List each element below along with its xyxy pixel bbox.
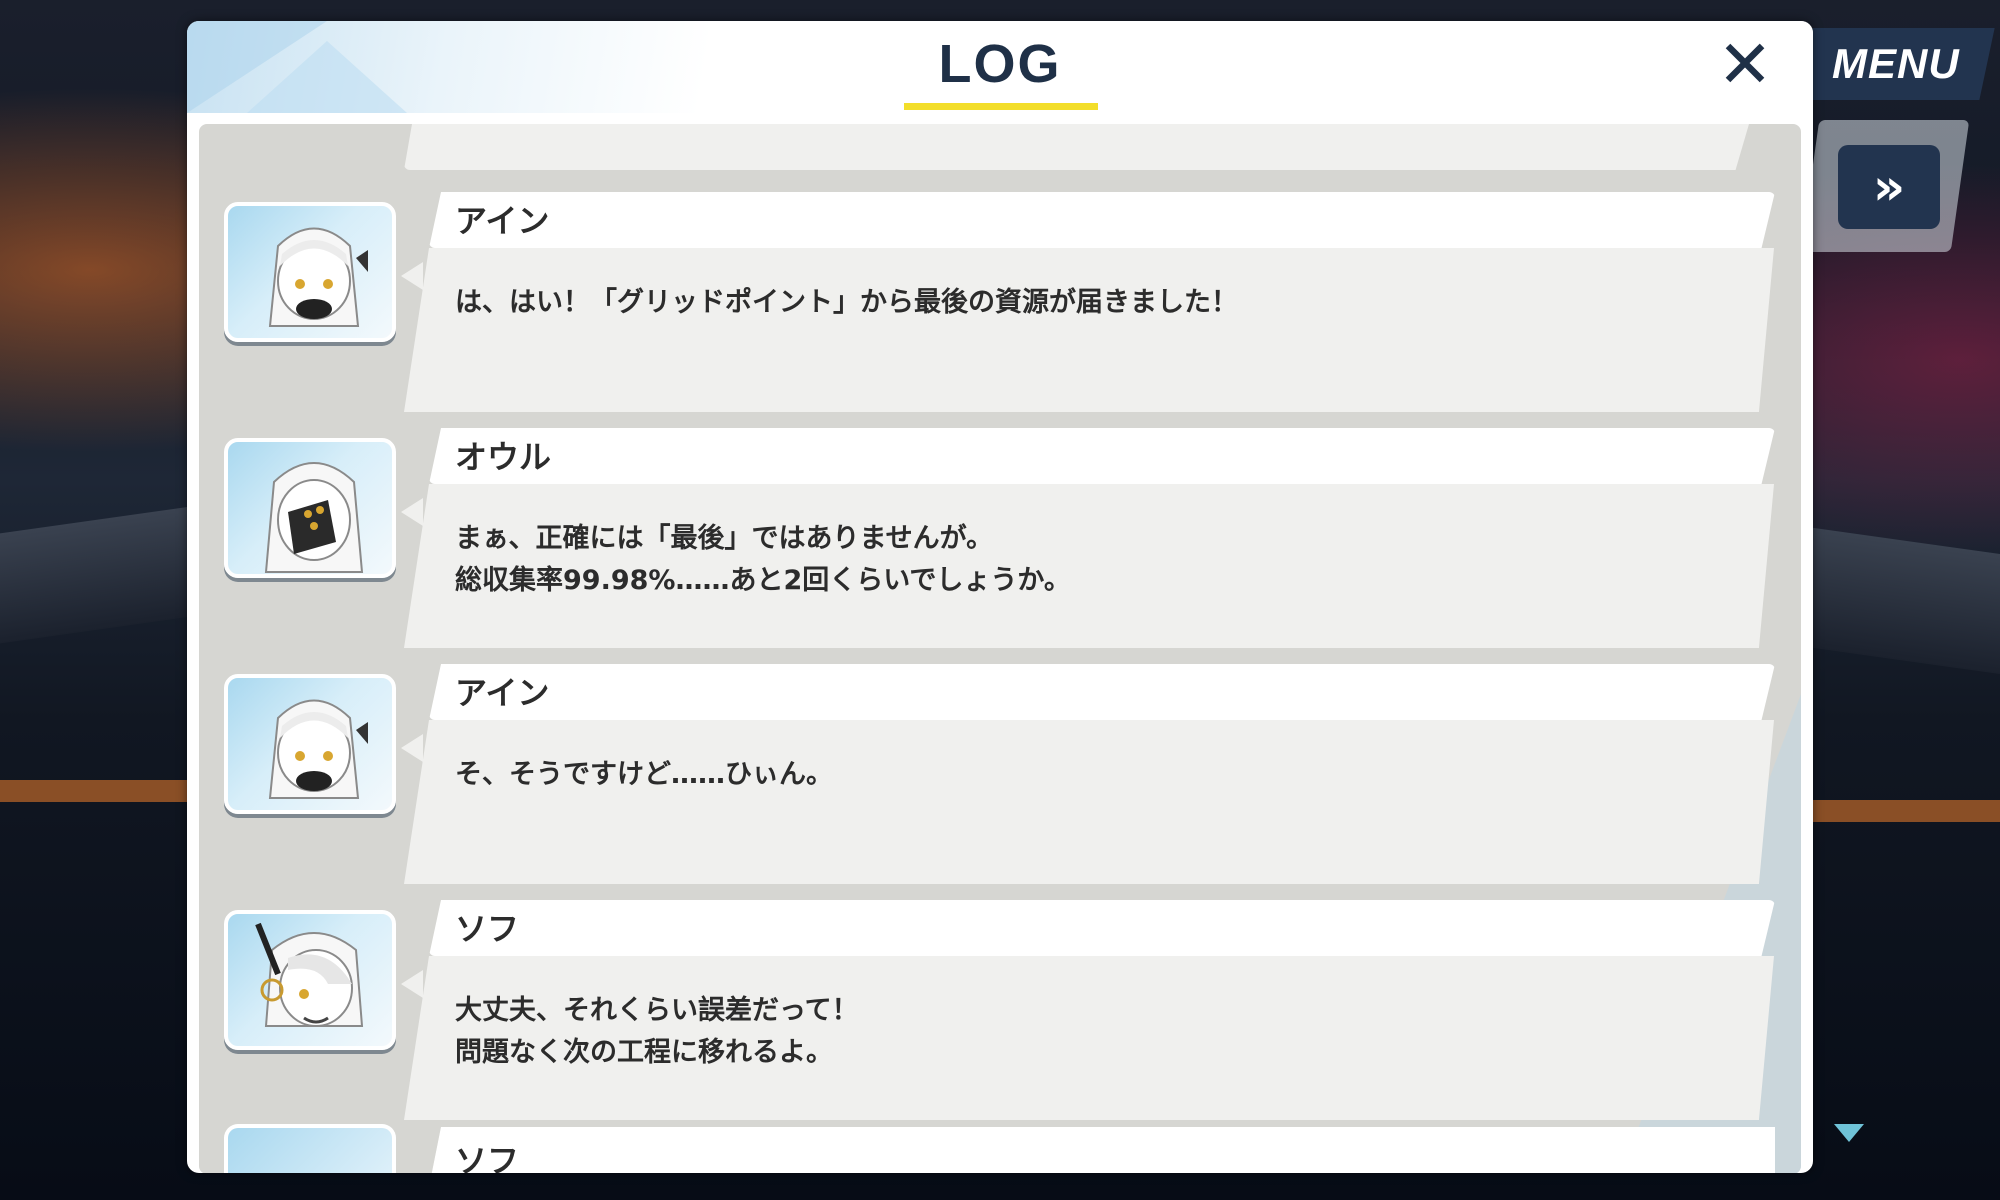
close-icon: ✕: [1717, 26, 1773, 103]
log-entry: アイン そ、そうですけど……ひぃん。: [199, 664, 1801, 884]
dialogue-line: は、はい！「グリッドポイント」から最後の資源が届きました！: [455, 287, 1238, 318]
dialogue-box: [404, 720, 1774, 884]
close-button[interactable]: ✕: [1715, 26, 1775, 103]
speaker-name: アイン: [455, 674, 550, 712]
character-portrait-sof: [224, 910, 396, 1050]
fast-forward-icon: »: [1872, 158, 1906, 216]
dialogue-line: まぁ、正確には「最後」ではありませんが。: [455, 523, 994, 554]
dialogue-line: そ、そうですけど……ひぃん。: [455, 759, 833, 790]
speech-tail: [401, 262, 423, 290]
speech-tail: [401, 498, 423, 526]
character-portrait-ain: [224, 202, 396, 342]
character-portrait-owl: [224, 438, 396, 578]
speech-tail: [401, 970, 423, 998]
dialogue-box: [404, 248, 1774, 412]
speaker-name-bar: [429, 900, 1775, 956]
fast-forward-button[interactable]: »: [1838, 145, 1940, 229]
speaker-name-bar: [429, 192, 1775, 248]
menu-button-label: MENU: [1832, 40, 1960, 87]
dialogue-line: 大丈夫、それくらい誤差だって！: [455, 995, 859, 1026]
speaker-name: オウル: [455, 438, 552, 476]
speaker-name: ソフ: [455, 1142, 520, 1173]
log-dialog: LOG ✕ アイン は、はい！「グリッドポイント」から最後の資源が届きました！ …: [187, 21, 1813, 1173]
scroll-down-icon[interactable]: [1834, 1124, 1864, 1142]
background-light-strip: [0, 780, 190, 802]
log-list[interactable]: アイン は、はい！「グリッドポイント」から最後の資源が届きました！ オウル まぁ: [199, 124, 1801, 1173]
speaker-name: アイン: [455, 202, 550, 240]
speaker-name-bar: [429, 664, 1775, 720]
menu-button[interactable]: MENU: [1797, 28, 1995, 100]
speech-tail: [401, 734, 423, 762]
log-header: LOG ✕: [187, 21, 1813, 113]
speaker-name-bar: [429, 428, 1775, 484]
dialogue-line: 問題なく次の工程に移れるよ。: [455, 1037, 833, 1068]
speaker-name-bar: [429, 1127, 1775, 1173]
character-portrait-partial: [224, 1124, 396, 1173]
dialog-title: LOG: [938, 34, 1062, 94]
log-entry: アイン は、はい！「グリッドポイント」から最後の資源が届きました！: [199, 192, 1801, 412]
speaker-name: ソフ: [455, 910, 520, 948]
log-entry: ソフ 大丈夫、それくらい誤差だって！ 問題なく次の工程に移れるよ。: [199, 900, 1801, 1120]
background-light-strip: [1810, 800, 2000, 822]
title-underline: [904, 103, 1098, 110]
log-entry: オウル まぁ、正確には「最後」ではありませんが。 総収集率99.98%……あと2…: [199, 428, 1801, 648]
dialogue-line: 総収集率99.98%……あと2回くらいでしょうか。: [455, 565, 1071, 596]
log-entry-partial: [404, 124, 1749, 170]
character-portrait-ain: [224, 674, 396, 814]
